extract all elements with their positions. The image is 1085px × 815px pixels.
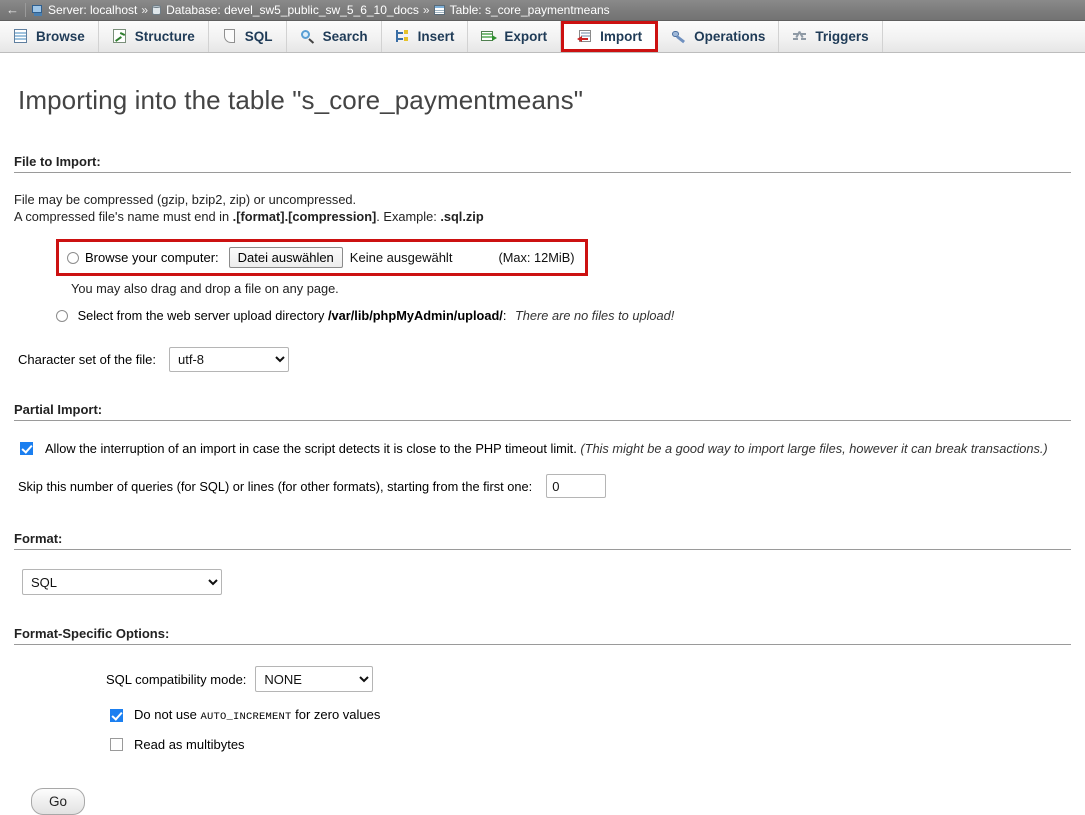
auto-increment-post: for zero values xyxy=(291,707,381,722)
auto-increment-text: Do not use AUTO_INCREMENT for zero value… xyxy=(134,707,380,723)
allow-interrupt-note: (This might be a good way to import larg… xyxy=(580,441,1048,456)
server-icon xyxy=(32,4,44,16)
tab-insert[interactable]: Insert xyxy=(382,21,469,52)
tab-structure-label: Structure xyxy=(134,29,195,44)
section-format-heading: Format: xyxy=(14,531,1071,550)
tab-export-label: Export xyxy=(504,29,548,44)
upload-directory-radio[interactable] xyxy=(56,310,68,322)
allow-interrupt-text: Allow the interruption of an import in c… xyxy=(45,441,1048,456)
skip-queries-row: Skip this number of queries (for SQL) or… xyxy=(14,474,1071,498)
upload-directory-note: There are no files to upload! xyxy=(514,308,675,323)
format-select-row: SQL xyxy=(14,569,1071,595)
tab-search[interactable]: Search xyxy=(287,21,382,52)
allow-interrupt-row: Allow the interruption of an import in c… xyxy=(14,441,1071,456)
upload-directory-path: /var/lib/phpMyAdmin/upload/ xyxy=(327,308,503,323)
breadcrumb-table[interactable]: Table: s_core_paymentmeans xyxy=(433,3,610,17)
breadcrumb-server-label: Server: localhost xyxy=(48,3,138,17)
file-compression-desc-line1: File may be compressed (gzip, bzip2, zip… xyxy=(14,192,357,207)
tab-triggers-label: Triggers xyxy=(815,29,869,44)
main-tab-bar: Browse Structure SQL Search Insert Expor… xyxy=(0,21,1085,53)
sql-compat-label: SQL compatibility mode: xyxy=(106,671,247,687)
skip-queries-label: Skip this number of queries (for SQL) or… xyxy=(18,478,533,494)
breadcrumb-table-label: Table: s_core_paymentmeans xyxy=(449,3,610,17)
section-file-to-import-heading: File to Import: xyxy=(14,154,1071,173)
file-selected-status: Keine ausgewählt xyxy=(349,250,453,265)
breadcrumb-separator: » xyxy=(141,3,149,17)
sql-compat-row: SQL compatibility mode: NONE xyxy=(14,666,1071,692)
tab-triggers[interactable]: Triggers xyxy=(779,21,883,52)
breadcrumb-separator: » xyxy=(422,3,430,17)
file-source-group: Browse your computer: Datei auswählen Ke… xyxy=(14,239,1071,323)
operations-icon xyxy=(671,29,687,44)
auto-increment-row: Do not use AUTO_INCREMENT for zero value… xyxy=(14,707,1071,723)
charset-select[interactable]: utf-8 xyxy=(169,347,290,372)
desc2-example-token: .sql.zip xyxy=(440,209,484,224)
desc2-mid: . Example: xyxy=(376,209,441,224)
sql-compat-select[interactable]: NONE xyxy=(255,666,374,692)
upload-directory-colon: : xyxy=(502,308,507,323)
allow-interrupt-checkbox[interactable] xyxy=(20,442,33,455)
tab-browse[interactable]: Browse xyxy=(0,21,99,52)
auto-increment-pre: Do not use xyxy=(134,707,201,722)
triggers-icon xyxy=(792,29,808,44)
multibytes-checkbox[interactable] xyxy=(110,738,123,751)
go-button[interactable]: Go xyxy=(31,788,86,815)
skip-queries-input[interactable] xyxy=(546,474,607,498)
browse-computer-row: Browse your computer: Datei auswählen Ke… xyxy=(56,239,588,276)
back-arrow-icon[interactable]: ← xyxy=(6,3,26,17)
submit-row: Go xyxy=(14,788,1071,815)
multibytes-row: Read as multibytes xyxy=(14,737,1071,752)
desc2-pre: A compressed file's name must end in xyxy=(14,209,233,224)
insert-icon xyxy=(395,29,411,44)
browse-computer-label: Browse your computer: xyxy=(85,250,219,265)
tab-search-label: Search xyxy=(322,29,368,44)
export-icon xyxy=(481,29,498,44)
page-content: Importing into the table "s_core_payment… xyxy=(0,85,1085,815)
database-icon xyxy=(152,4,162,16)
tab-operations[interactable]: Operations xyxy=(658,21,780,52)
allow-interrupt-label: Allow the interruption of an import in c… xyxy=(45,441,577,456)
format-select[interactable]: SQL xyxy=(22,569,222,595)
section-partial-import-heading: Partial Import: xyxy=(14,402,1071,421)
sql-icon xyxy=(222,29,238,44)
desc2-format-token: .[format].[compression] xyxy=(232,209,377,224)
file-select-button[interactable]: Datei auswählen xyxy=(228,247,343,268)
import-icon xyxy=(577,29,593,44)
file-compression-desc-line2: A compressed file's name must end in .[f… xyxy=(14,208,1071,225)
section-format-specific-heading: Format-Specific Options: xyxy=(14,626,1071,645)
table-icon xyxy=(433,4,446,16)
tab-browse-label: Browse xyxy=(36,29,85,44)
tab-operations-label: Operations xyxy=(694,29,766,44)
tab-insert-label: Insert xyxy=(417,29,455,44)
browse-icon xyxy=(13,29,29,44)
tab-import[interactable]: Import xyxy=(561,21,659,52)
breadcrumb-database-label: Database: devel_sw5_public_sw_5_6_10_doc… xyxy=(166,3,419,17)
tab-sql-label: SQL xyxy=(244,29,273,44)
breadcrumb-server[interactable]: Server: localhost xyxy=(32,3,137,17)
tab-sql[interactable]: SQL xyxy=(209,21,287,52)
upload-directory-pre: Select from the web server upload direct… xyxy=(77,308,328,323)
charset-label: Character set of the file: xyxy=(18,352,157,367)
browse-computer-radio[interactable] xyxy=(67,251,79,264)
tab-import-label: Import xyxy=(600,29,643,44)
tab-structure[interactable]: Structure xyxy=(99,21,209,52)
page-title: Importing into the table "s_core_payment… xyxy=(18,85,584,115)
breadcrumb: ← Server: localhost » Database: devel_sw… xyxy=(0,0,1085,21)
auto-increment-keyword: AUTO_INCREMENT xyxy=(200,711,292,723)
auto-increment-checkbox[interactable] xyxy=(110,708,123,722)
search-icon xyxy=(300,29,316,44)
charset-row: Character set of the file: utf-8 xyxy=(14,347,1071,372)
file-max-size-label: (Max: 12MiB) xyxy=(498,250,575,265)
upload-directory-row: Select from the web server upload direct… xyxy=(56,308,1071,323)
multibytes-label: Read as multibytes xyxy=(134,737,245,752)
drag-drop-note: You may also drag and drop a file on any… xyxy=(71,281,339,296)
tab-export[interactable]: Export xyxy=(468,21,562,52)
breadcrumb-database[interactable]: Database: devel_sw5_public_sw_5_6_10_doc… xyxy=(152,3,419,17)
structure-icon xyxy=(112,29,128,44)
